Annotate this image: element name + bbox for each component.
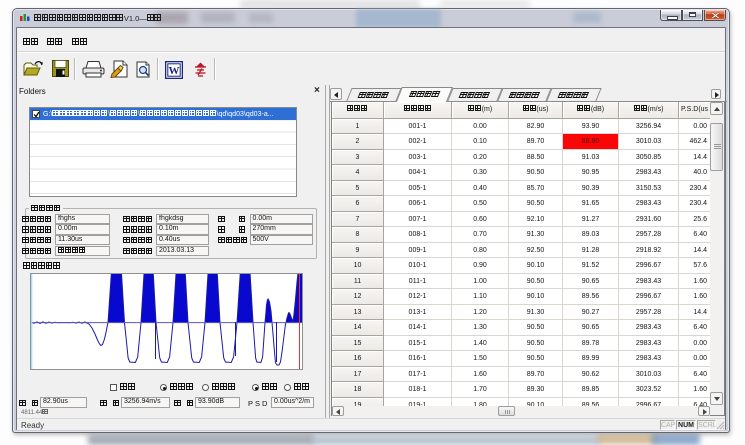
- svg-text:W: W: [169, 65, 180, 77]
